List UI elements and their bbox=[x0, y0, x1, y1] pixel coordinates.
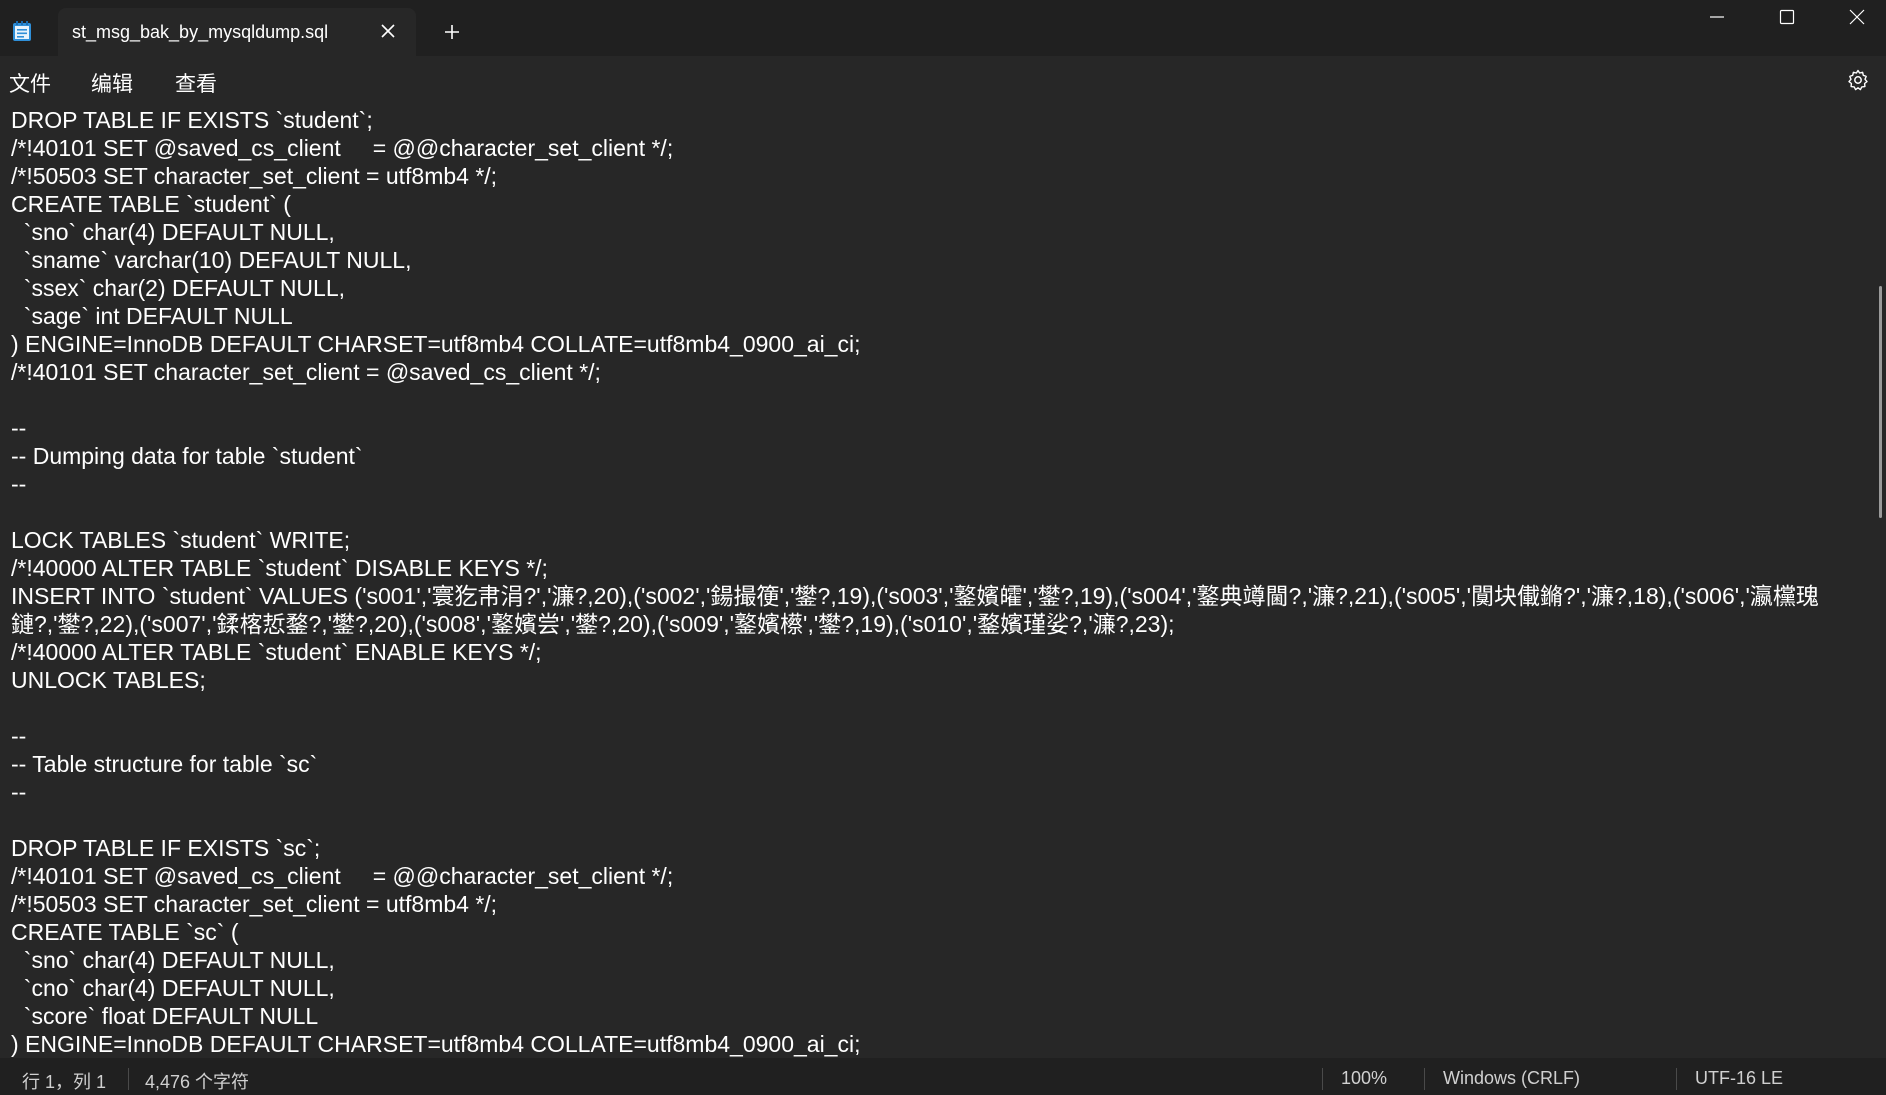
status-divider bbox=[1424, 1068, 1425, 1090]
menu-bar: 文件 编辑 查看 bbox=[0, 56, 1886, 104]
cursor-position: 行 1，列 1 bbox=[22, 1072, 107, 1092]
code-line: /*!40101 SET character_set_client = @sav… bbox=[11, 359, 601, 385]
code-line: 鏈?,'鐢?,22),('s007','鍒楁悊鍪?,'鐢?,20),('s008… bbox=[11, 611, 1175, 637]
code-line: `sname` varchar(10) DEFAULT NULL, bbox=[11, 247, 412, 273]
code-line: /*!50503 SET character_set_client = utf8… bbox=[11, 163, 498, 189]
plus-icon[interactable] bbox=[442, 22, 462, 42]
code-line: -- Table structure for table `sc` bbox=[11, 751, 318, 777]
code-line: `cno` char(4) DEFAULT NULL, bbox=[11, 975, 335, 1001]
status-divider bbox=[1676, 1068, 1677, 1090]
code-line: -- bbox=[11, 415, 27, 441]
code-line: -- bbox=[11, 779, 27, 805]
gear-icon[interactable] bbox=[1846, 68, 1870, 92]
scrollbar-thumb[interactable] bbox=[1879, 286, 1882, 518]
status-bar: 行 1，列 1 4,476 个字符 100% Windows (CRLF) UT… bbox=[0, 1058, 1886, 1095]
close-icon[interactable] bbox=[378, 21, 398, 41]
code-line: DROP TABLE IF EXISTS `sc`; bbox=[11, 835, 321, 861]
code-line: DROP TABLE IF EXISTS `student`; bbox=[11, 107, 373, 133]
code-line: `sno` char(4) DEFAULT NULL, bbox=[11, 219, 335, 245]
code-line: ) ENGINE=InnoDB DEFAULT CHARSET=utf8mb4 … bbox=[11, 331, 861, 357]
notepad-icon bbox=[12, 20, 32, 42]
status-divider bbox=[128, 1068, 129, 1090]
minimize-icon bbox=[1710, 16, 1724, 18]
code-line: ) ENGINE=InnoDB DEFAULT CHARSET=utf8mb4 … bbox=[11, 1031, 861, 1057]
encoding[interactable]: UTF-16 LE bbox=[1695, 1068, 1783, 1089]
maximize-button[interactable] bbox=[1752, 0, 1822, 34]
code-line: `ssex` char(2) DEFAULT NULL, bbox=[11, 275, 346, 301]
maximize-icon bbox=[1779, 9, 1795, 25]
code-line: /*!50503 SET character_set_client = utf8… bbox=[11, 891, 498, 917]
tab-title: st_msg_bak_by_mysqldump.sql bbox=[72, 22, 329, 42]
title-bar: st_msg_bak_by_mysqldump.sql bbox=[0, 0, 1886, 56]
close-icon bbox=[1849, 9, 1865, 25]
code-line: CREATE TABLE `student` ( bbox=[11, 191, 291, 217]
document-tab[interactable]: st_msg_bak_by_mysqldump.sql bbox=[58, 8, 416, 56]
code-line: CREATE TABLE `sc` ( bbox=[11, 919, 239, 945]
zoom-level[interactable]: 100% bbox=[1341, 1068, 1387, 1089]
code-line: /*!40101 SET @saved_cs_client = @@charac… bbox=[11, 135, 674, 161]
code-line: `sno` char(4) DEFAULT NULL, bbox=[11, 947, 335, 973]
menu-view[interactable]: 查看 bbox=[175, 68, 217, 98]
close-window-button[interactable] bbox=[1822, 0, 1886, 34]
status-divider bbox=[1322, 1068, 1323, 1090]
code-line: INSERT INTO `student` VALUES ('s001','寰犵… bbox=[11, 583, 1819, 609]
minimize-button[interactable] bbox=[1682, 0, 1752, 34]
character-count: 4,476 个字符 bbox=[145, 1072, 250, 1092]
code-line: -- Dumping data for table `student` bbox=[11, 443, 363, 469]
line-ending[interactable]: Windows (CRLF) bbox=[1443, 1068, 1580, 1089]
vertical-scrollbar[interactable] bbox=[1876, 104, 1886, 1058]
code-line: /*!40101 SET @saved_cs_client = @@charac… bbox=[11, 863, 674, 889]
code-line: `score` float DEFAULT NULL bbox=[11, 1003, 319, 1029]
code-line: -- bbox=[11, 723, 27, 749]
code-line: -- bbox=[11, 471, 27, 497]
menu-edit[interactable]: 编辑 bbox=[91, 68, 133, 98]
code-line: /*!40000 ALTER TABLE `student` DISABLE K… bbox=[11, 555, 548, 581]
code-line: LOCK TABLES `student` WRITE; bbox=[11, 527, 351, 553]
code-line: `sage` int DEFAULT NULL bbox=[11, 303, 293, 329]
menu-file[interactable]: 文件 bbox=[9, 68, 51, 98]
code-line: /*!40000 ALTER TABLE `student` ENABLE KE… bbox=[11, 639, 542, 665]
text-editor[interactable]: DROP TABLE IF EXISTS `student`;/*!40101 … bbox=[0, 104, 1870, 1058]
code-line: UNLOCK TABLES; bbox=[11, 667, 206, 693]
